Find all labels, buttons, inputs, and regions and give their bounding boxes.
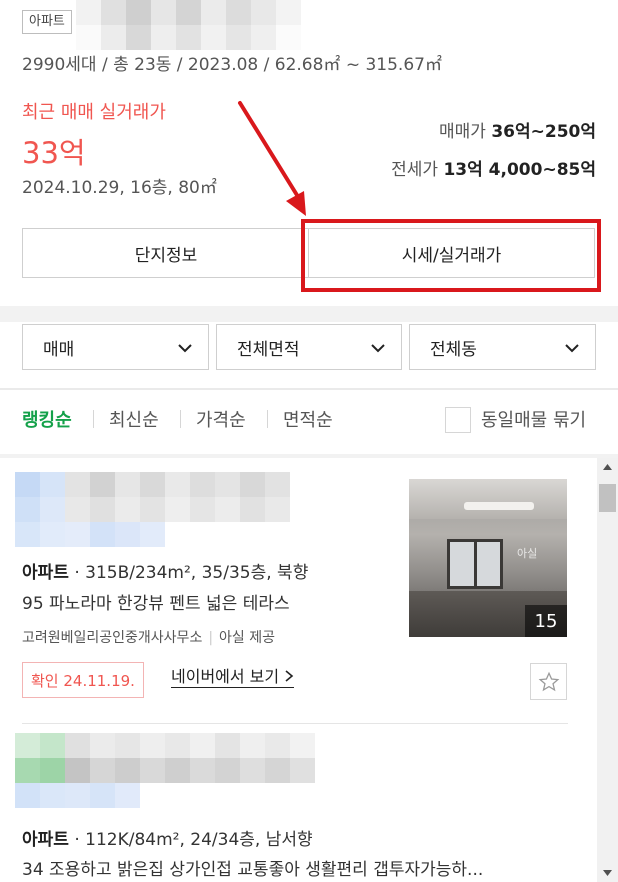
sort-price[interactable]: 가격순 xyxy=(196,406,246,432)
recent-trade-price: 33억 xyxy=(22,136,86,170)
sale-price-row: 매매가 36억~250억 xyxy=(439,117,596,142)
building-value: 전체동 xyxy=(430,339,477,360)
listing-2-details: 112K/84m², 24/34층, 남서향 xyxy=(85,830,313,850)
sale-price-range: 36억~250억 xyxy=(491,122,596,142)
area-dropdown[interactable]: 전체면적 xyxy=(216,324,402,370)
building-dropdown[interactable]: 전체동 xyxy=(409,324,596,370)
chevron-down-icon xyxy=(178,344,192,353)
sort-ranking[interactable]: 랭킹순 xyxy=(22,406,72,432)
listing-1-details: 315B/234m², 35/35층, 북향 xyxy=(85,563,309,583)
section-divider xyxy=(0,306,618,322)
listing-2-type: 아파트 xyxy=(22,830,69,850)
listing-1-provider: 아실 제공 xyxy=(219,630,276,646)
jeonse-price-label: 전세가 xyxy=(391,160,439,180)
view-on-naver-label: 네이버에서 보기 xyxy=(171,667,280,686)
scroll-up-arrow-icon xyxy=(603,464,612,470)
jeonse-price-range: 13억 4,000~85억 xyxy=(443,160,596,180)
chevron-down-icon xyxy=(371,344,385,353)
complex-summary: 2990세대 / 총 23동 / 2023.08 / 62.68㎡ ~ 315.… xyxy=(22,55,442,75)
sort-separator xyxy=(267,410,268,428)
listing-1-agent-row: 고려원베일리공인중개사사무소 | 아실 제공 xyxy=(22,630,276,646)
jeonse-price-row: 전세가 13억 4,000~85억 xyxy=(391,155,596,180)
sort-separator xyxy=(180,410,181,428)
star-outline-icon xyxy=(538,671,559,691)
listing-1-type: 아파트 xyxy=(22,563,69,583)
blurred-listing-title xyxy=(15,472,290,547)
photo-light xyxy=(464,502,534,510)
list-divider xyxy=(0,454,618,458)
listing-1-agent: 고려원베일리공인중개사사무소 xyxy=(22,630,203,646)
chevron-right-icon xyxy=(285,670,294,682)
view-on-naver-link[interactable]: 네이버에서 보기 xyxy=(171,666,295,688)
photo-count: 15 xyxy=(525,605,567,637)
scroll-thumb[interactable] xyxy=(599,484,616,512)
property-type-badge: 아파트 xyxy=(22,10,72,34)
sort-area[interactable]: 면적순 xyxy=(283,406,333,432)
favorite-star-button[interactable] xyxy=(530,663,567,700)
scroll-down-button[interactable] xyxy=(597,862,618,882)
sale-price-label: 매매가 xyxy=(439,122,486,142)
scroll-up-button[interactable] xyxy=(597,458,618,478)
photo-watermark: 아실 xyxy=(517,547,538,560)
listing-1-description[interactable]: 95 파노라마 한강뷰 펜트 넓은 테라스 xyxy=(22,589,290,614)
recent-trade-meta: 2024.10.29, 16층, 80㎡ xyxy=(22,178,217,198)
listing-1-spec: 아파트 · 315B/234m², 35/35층, 북향 xyxy=(22,563,309,583)
area-value: 전체면적 xyxy=(237,339,300,360)
photo-ceiling xyxy=(409,479,567,519)
sort-separator xyxy=(93,410,94,428)
trade-type-dropdown[interactable]: 매매 xyxy=(22,324,209,370)
tab-market-price[interactable]: 시세/실거래가 xyxy=(308,228,595,278)
filter-divider xyxy=(0,388,618,390)
list-scrollbar[interactable] xyxy=(597,458,618,882)
tab-complex-info[interactable]: 단지정보 xyxy=(22,228,310,278)
recent-trade-label: 최근 매매 실거래가 xyxy=(22,102,166,123)
chevron-down-icon xyxy=(565,344,579,353)
listing-2-spec: 아파트 · 112K/84m², 24/34층, 남서향 xyxy=(22,830,313,850)
blurred-listing-title xyxy=(15,733,315,808)
group-same-listing-label[interactable]: 동일매물 묶기 xyxy=(481,406,586,432)
group-same-listing-checkbox[interactable] xyxy=(445,407,471,433)
listing-2-description[interactable]: 34 조용하고 밝은집 상가인접 교통좋아 생활편리 갭투자가능하... xyxy=(22,855,483,880)
trade-type-value: 매매 xyxy=(43,339,75,360)
sort-latest[interactable]: 최신순 xyxy=(109,406,159,432)
listing-1-photo[interactable]: 아실 15 xyxy=(409,479,567,637)
listing-divider xyxy=(22,723,568,724)
scroll-down-arrow-icon xyxy=(603,870,612,876)
blurred-complex-name xyxy=(76,0,301,50)
confirm-date-badge: 확인 24.11.19. xyxy=(22,662,144,698)
photo-window xyxy=(447,539,503,589)
